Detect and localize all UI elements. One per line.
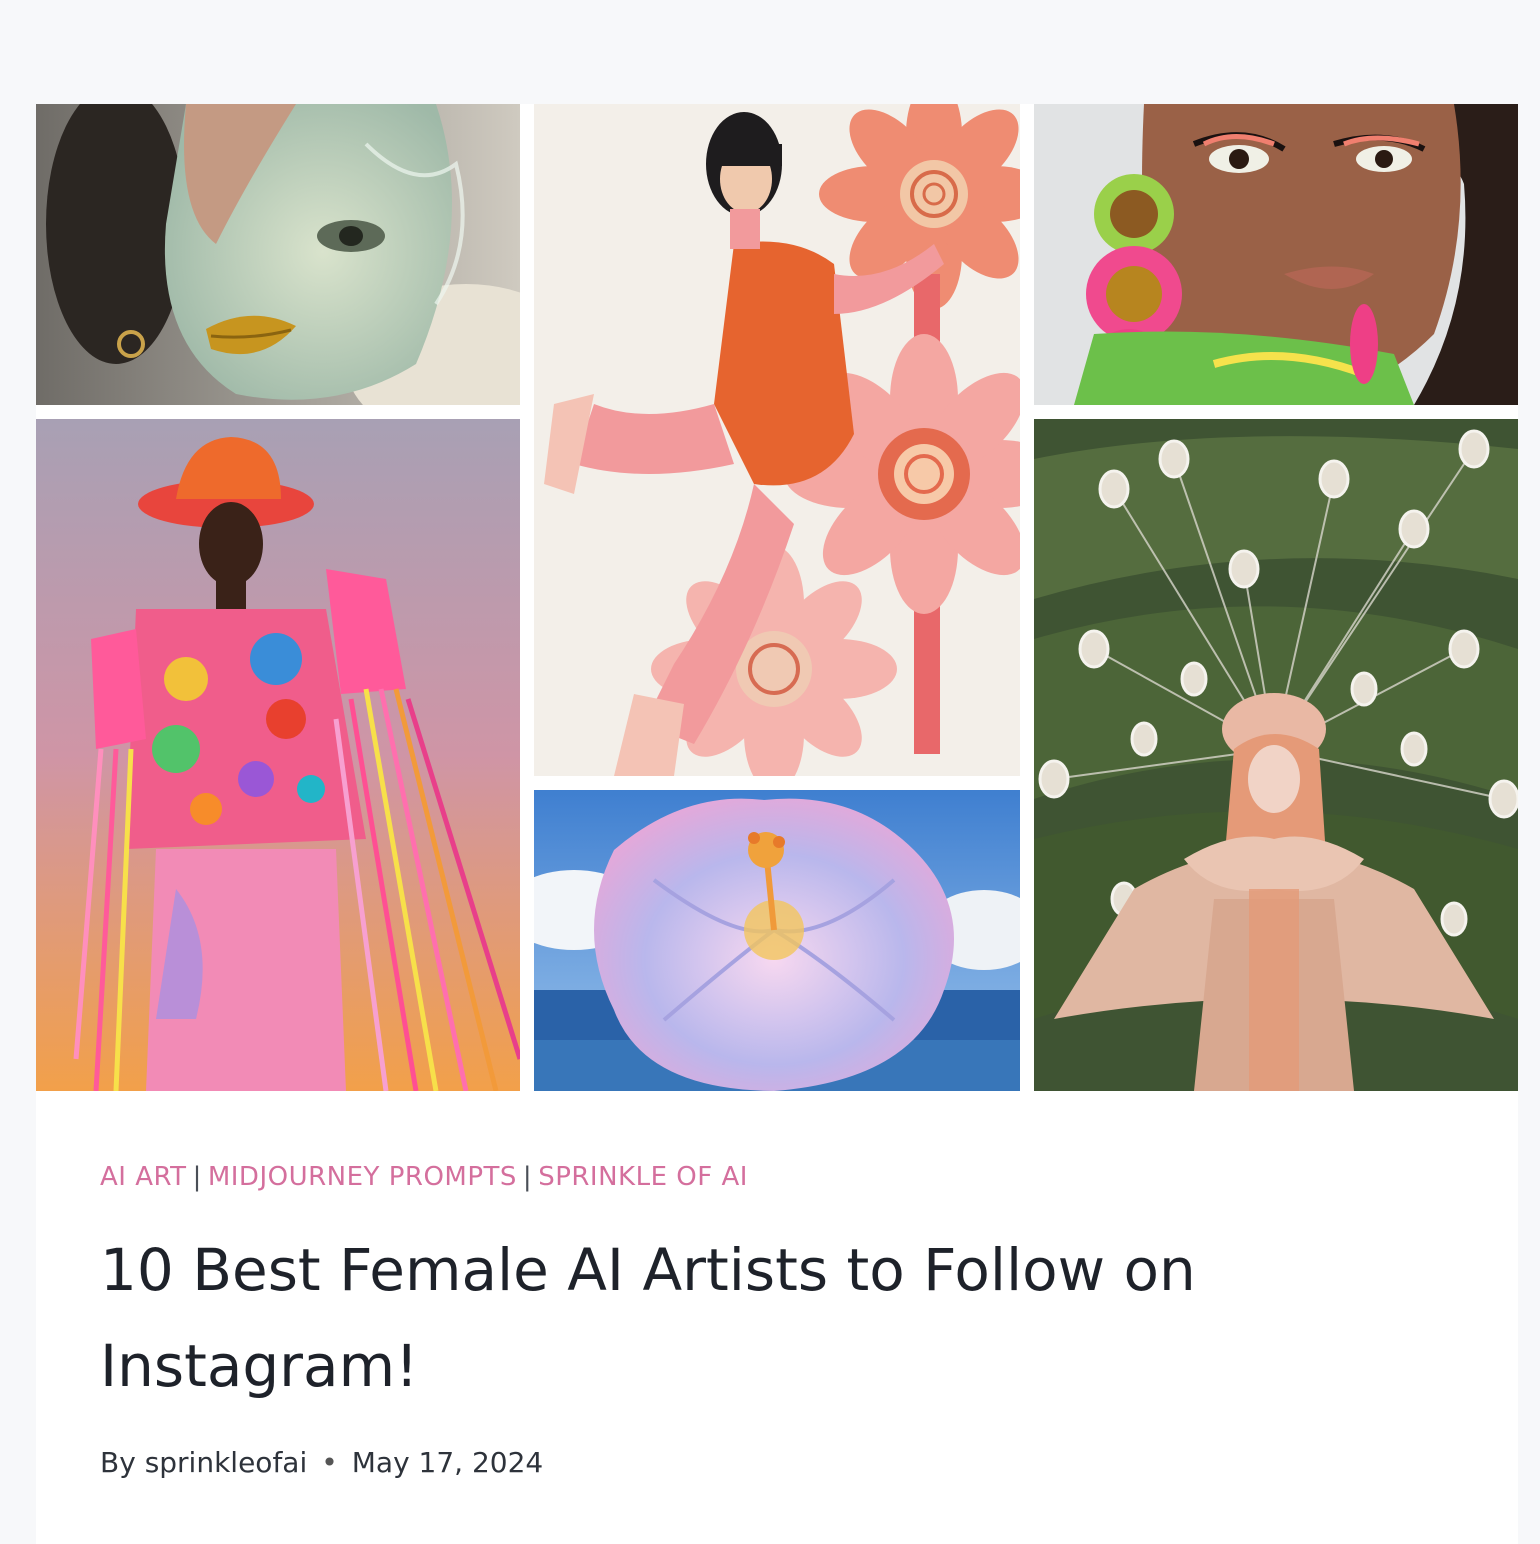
post-card: AI ART | MIDJOURNEY PROMPTS | SPRINKLE OF AI…	[36, 104, 1518, 1544]
post-date: May 17, 2024	[351, 1446, 544, 1479]
gallery-image-2[interactable]	[534, 104, 1020, 776]
category-separator: |	[522, 1162, 533, 1192]
gallery-image-1[interactable]	[36, 104, 520, 405]
category-link-sprinkle-of-ai[interactable]: SPRINKLE OF AI	[538, 1162, 748, 1192]
category-separator: |	[192, 1162, 202, 1192]
category-link-midjourney-prompts[interactable]: MIDJOURNEY PROMPTS	[208, 1162, 517, 1192]
gallery-image-3[interactable]	[1034, 104, 1518, 405]
meta-separator: •	[321, 1446, 338, 1479]
by-label: By	[100, 1446, 136, 1479]
category-link-ai-art[interactable]: AI ART	[100, 1162, 187, 1192]
post-meta: By sprinkleofai • May 17, 2024	[100, 1446, 543, 1479]
gallery-image-4[interactable]	[36, 419, 520, 1091]
gallery-image-5[interactable]	[534, 790, 1020, 1091]
author-link[interactable]: sprinkleofai	[145, 1446, 308, 1479]
gallery-image-6[interactable]	[1034, 419, 1518, 1091]
category-links: AI ART | MIDJOURNEY PROMPTS | SPRINKLE OF AI	[100, 1162, 748, 1192]
post-title[interactable]: 10 Best Female AI Artists to Follow on I…	[100, 1222, 1300, 1414]
